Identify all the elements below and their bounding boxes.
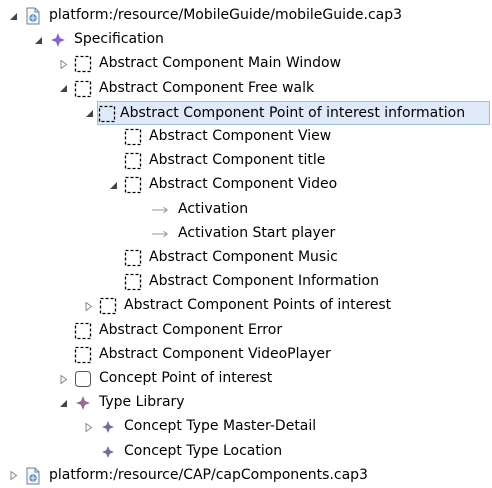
tree-item[interactable]: Concept Point of interest xyxy=(0,367,492,391)
tree-item[interactable]: Abstract Component Music xyxy=(0,246,492,270)
tree-item-label: Abstract Component title xyxy=(149,152,326,169)
abstract-component-icon xyxy=(124,152,142,170)
abstract-component-icon xyxy=(124,128,142,146)
tree-item-label: Abstract Component Point of interest inf… xyxy=(120,104,466,121)
activation-arrow-icon xyxy=(151,201,169,219)
tree-item[interactable]: Abstract Component View xyxy=(0,125,492,149)
tree-item-label: Concept Point of interest xyxy=(99,370,273,386)
tree-item[interactable]: Abstract Component Error xyxy=(0,319,492,343)
expanded-arrow-icon[interactable] xyxy=(58,398,68,408)
concept-type-icon xyxy=(99,443,117,461)
tree-item-label: Concept Type Location xyxy=(124,442,283,459)
tree-item-label: Abstract Component Video xyxy=(149,176,338,193)
tree-item[interactable]: Abstract Component Free walk xyxy=(0,77,492,101)
tree-item[interactable]: Type Library xyxy=(0,391,492,415)
tree-item-label: platform:/resource/CAP/capComponents.cap… xyxy=(49,466,368,483)
tree-item[interactable]: Abstract Component title xyxy=(0,149,492,173)
tree-item[interactable]: Abstract Component VideoPlayer xyxy=(0,343,492,367)
abstract-component-icon xyxy=(74,322,92,340)
tree-item[interactable]: Specification xyxy=(0,28,492,52)
tree-item-label: Activation Start player xyxy=(178,224,336,241)
resource-file-icon xyxy=(24,7,42,25)
tree-item[interactable]: platform:/resource/MobileGuide/mobileGui… xyxy=(0,4,492,28)
tree-item-label: Abstract Component Information xyxy=(149,273,379,290)
tree-item-label: Concept Type Master-Detail xyxy=(124,418,317,435)
expanded-arrow-icon[interactable] xyxy=(8,11,18,21)
tree-item-label: Abstract Component VideoPlayer xyxy=(99,345,331,362)
tree-item-label: Abstract Component Error xyxy=(99,321,283,338)
collapsed-arrow-icon[interactable] xyxy=(83,422,93,432)
resource-file-icon xyxy=(24,467,42,485)
abstract-component-icon xyxy=(74,55,92,73)
expanded-arrow-icon[interactable] xyxy=(33,35,43,45)
abstract-component-icon xyxy=(74,80,92,98)
tree-item[interactable]: Concept Type Master-Detail xyxy=(0,415,492,439)
abstract-component-icon xyxy=(98,105,116,123)
activation-arrow-icon xyxy=(151,225,169,243)
tree-item[interactable]: Concept Type Location xyxy=(0,440,492,464)
tree-item[interactable]: platform:/resource/CAP/capComponents.cap… xyxy=(0,464,492,488)
expanded-arrow-icon[interactable] xyxy=(58,84,68,94)
tree-item-label: platform:/resource/MobileGuide/mobileGui… xyxy=(49,7,403,23)
tree-item-label: Abstract Component Points of interest xyxy=(124,297,392,314)
tree-item-label: Abstract Component View xyxy=(149,128,332,144)
collapsed-arrow-icon[interactable] xyxy=(58,374,68,384)
expanded-arrow-icon[interactable] xyxy=(108,180,118,190)
tree-item[interactable]: Abstract Component Video xyxy=(0,173,492,197)
tree-item[interactable]: Activation Start player xyxy=(0,222,492,246)
expanded-arrow-icon[interactable] xyxy=(84,109,94,119)
abstract-component-icon xyxy=(124,176,142,194)
collapsed-arrow-icon[interactable] xyxy=(83,301,93,311)
concept-icon xyxy=(74,370,92,388)
tree-item[interactable]: Abstract Component Points of interest xyxy=(0,294,492,318)
tree-item-selected[interactable]: Abstract Component Point of interest inf… xyxy=(85,100,490,125)
tree-item-label: Specification xyxy=(74,31,164,48)
collapsed-arrow-icon[interactable] xyxy=(8,471,18,481)
abstract-component-icon xyxy=(124,273,142,291)
abstract-component-icon xyxy=(99,297,117,315)
tree-item-label: Abstract Component Free walk xyxy=(99,79,315,96)
model-tree[interactable]: platform:/resource/MobileGuide/mobileGui… xyxy=(0,0,492,487)
abstract-component-icon xyxy=(124,249,142,267)
collapsed-arrow-icon[interactable] xyxy=(58,59,68,69)
tree-item-label: Activation xyxy=(178,200,249,217)
specification-icon xyxy=(49,31,67,49)
tree-item[interactable]: Abstract Component Information xyxy=(0,270,492,294)
type-library-icon xyxy=(74,394,92,412)
concept-type-icon xyxy=(99,418,117,436)
tree-item-label: Type Library xyxy=(99,394,185,411)
abstract-component-icon xyxy=(74,346,92,364)
tree-item[interactable]: Activation xyxy=(0,198,492,222)
tree-item[interactable]: Abstract Component Main Window xyxy=(0,52,492,76)
tree-item-label: Abstract Component Music xyxy=(149,249,338,265)
tree-item-label: Abstract Component Main Window xyxy=(99,55,342,72)
